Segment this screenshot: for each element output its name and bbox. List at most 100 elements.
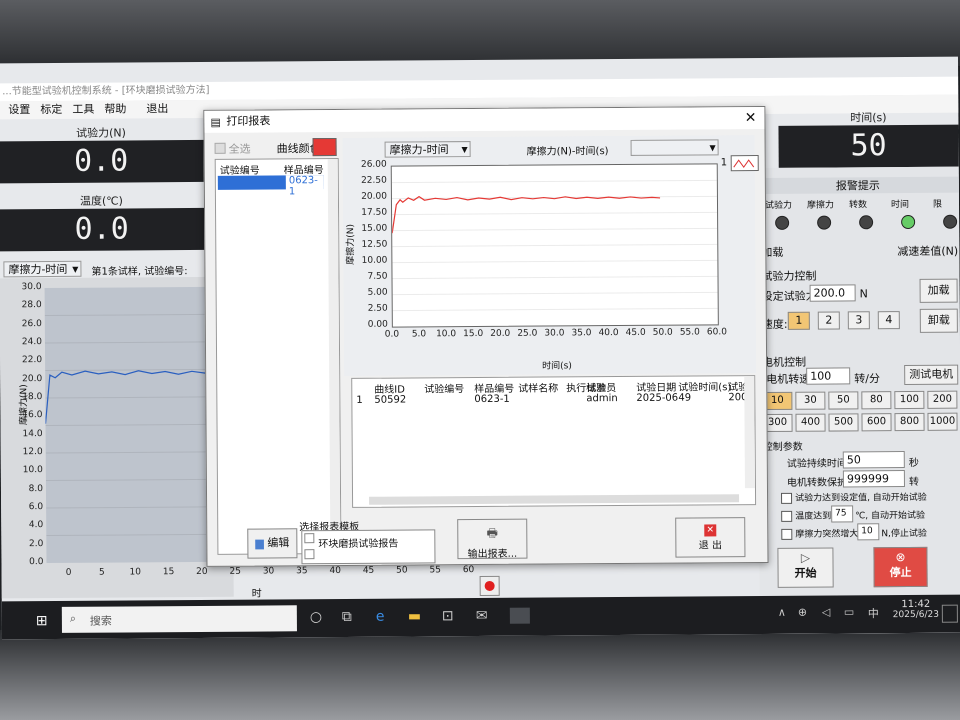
tray-chevron-icon[interactable]: ∧: [778, 606, 786, 619]
grid-line: [45, 368, 226, 372]
table-hscrollbar[interactable]: [369, 494, 740, 505]
left-chart-combo[interactable]: 摩擦力-时间 ▼: [3, 260, 82, 278]
stop-friction-input[interactable]: 10: [857, 523, 880, 541]
grid-line: [45, 423, 226, 427]
alarm-title: 报警提示: [756, 176, 959, 195]
unload-button[interactable]: 卸载: [919, 308, 958, 333]
stop-friction-checkbox[interactable]: [781, 528, 793, 540]
rpm-button[interactable]: 30: [795, 391, 826, 410]
taskbar-search[interactable]: ⌕ 搜索: [61, 605, 297, 633]
ime-indicator[interactable]: 中: [868, 605, 879, 621]
record-button[interactable]: [479, 575, 500, 597]
left-chart-xtick: 55: [429, 565, 441, 576]
start-button[interactable]: ▷ 开始: [777, 547, 834, 588]
edit-button[interactable]: ▆ 编辑: [247, 528, 298, 559]
rpm-button[interactable]: 500: [828, 413, 859, 432]
dialog-chart-xtick: 5.0: [411, 329, 427, 340]
exit-button-label: 退 出: [698, 540, 723, 552]
table-cell: admin: [586, 393, 618, 405]
left-chart-xtick: 45: [362, 565, 375, 576]
menu-item[interactable]: 设置: [8, 101, 30, 119]
dialog-chart-ytick: 22.50: [361, 175, 387, 186]
auto-start-temp-checkbox[interactable]: [781, 510, 793, 522]
rpm-button[interactable]: 600: [861, 413, 892, 432]
keyboard-icon[interactable]: ▭: [844, 605, 854, 618]
left-chart-xtick: 35: [296, 566, 308, 577]
curve-color-swatch[interactable]: [312, 137, 337, 157]
speed-button[interactable]: 1: [787, 311, 810, 330]
taskbar-search-label: 搜索: [89, 614, 112, 628]
test-motor-button[interactable]: 测试电机: [904, 364, 959, 386]
store-icon[interactable]: ⊡: [442, 608, 454, 624]
rpm-button[interactable]: 200: [927, 390, 958, 409]
speed-button[interactable]: 4: [877, 311, 900, 330]
rpm-button[interactable]: 400: [795, 413, 826, 432]
dialog-chart-ytick: 5.00: [367, 287, 388, 298]
stop-friction-label-a: 摩擦力突然增大: [795, 529, 859, 540]
menu-item[interactable]: 标定: [40, 101, 62, 119]
left-chart-xtick: 0: [65, 567, 72, 578]
menu-item[interactable]: 退出: [146, 100, 168, 118]
task-view-icon[interactable]: ⧉: [342, 609, 352, 625]
load-button[interactable]: 加载: [919, 278, 958, 303]
app-taskbar-icon[interactable]: [509, 607, 530, 624]
report-table-body: 1 50592 0623-1 admin 2025-06 49 200: [352, 376, 754, 406]
grid-line: [45, 396, 226, 399]
table-vscrollbar[interactable]: [744, 376, 755, 489]
rpm-button[interactable]: 50: [828, 391, 859, 410]
dialog-chart-combo[interactable]: 摩擦力-时间 ▼: [384, 141, 471, 158]
dialog-chart-ytick: 20.00: [361, 191, 387, 202]
dialog-chart-xlabel: 时间(s): [542, 361, 572, 372]
file-explorer-icon[interactable]: ▬: [408, 608, 421, 624]
windows-start-icon[interactable]: ⊞: [36, 613, 48, 629]
left-chart-ytick: 0.0: [29, 557, 44, 568]
list-item[interactable]: 0623-1: [217, 175, 324, 198]
table-cell: 50592: [374, 394, 407, 406]
rpm-button[interactable]: 80: [861, 391, 892, 410]
volume-icon[interactable]: ◁: [822, 606, 831, 619]
notification-icon[interactable]: [941, 604, 958, 623]
auto-start-temp-label-a: 温度达到: [795, 511, 832, 522]
set-force-input[interactable]: 200.0: [809, 284, 856, 302]
cortana-icon[interactable]: ○: [310, 609, 322, 625]
grid-line: [392, 275, 718, 280]
scroll-up-icon[interactable]: [304, 533, 315, 544]
motor-speed-input[interactable]: 100: [806, 367, 851, 385]
menu-item[interactable]: 工具: [72, 101, 94, 119]
alarm-led-label: 转数: [848, 200, 868, 211]
right-control-panel: 报警提示 试验力 摩擦力 转数 时间限 加载 减速差值(N) 试验力控制 设定试验力:…: [756, 166, 960, 640]
rpm-button[interactable]: 100: [894, 390, 925, 410]
auto-start-temp-input[interactable]: 75: [831, 505, 854, 523]
list-scrollbar[interactable]: [327, 158, 341, 552]
scroll-down-icon[interactable]: [304, 549, 315, 560]
list-item-sample-no: 0623-1: [285, 175, 324, 198]
chevron-down-icon: ▼: [461, 145, 468, 155]
edge-icon[interactable]: e: [376, 609, 385, 625]
select-all-label: 全选: [228, 142, 251, 156]
alarm-leds: 试验力 摩擦力 转数 时间 限: [757, 167, 959, 230]
mail-icon[interactable]: ✉: [476, 608, 488, 624]
hold-time-input[interactable]: 50: [842, 451, 905, 469]
alarm-led-label: 试验力: [764, 200, 793, 212]
table-row[interactable]: 1 50592 0623-1 admin 2025-06 49 200: [352, 376, 747, 409]
speed-button[interactable]: 3: [847, 311, 870, 330]
grid-line: [392, 211, 718, 216]
auto-start-force-checkbox[interactable]: [781, 492, 793, 504]
dialog-chart-xtick: 35.0: [571, 328, 592, 339]
template-list[interactable]: 环块磨损试验报告: [301, 529, 436, 565]
rev-protect-input[interactable]: 999999: [842, 470, 905, 488]
rpm-button[interactable]: 800: [894, 412, 925, 432]
exit-button[interactable]: ✕ 退 出: [675, 517, 746, 558]
stop-button[interactable]: ⊗ 停止: [873, 546, 928, 588]
export-report-button[interactable]: 🖶 输出报表...: [457, 518, 528, 560]
dialog-chart-combo-2[interactable]: ▼: [630, 139, 719, 156]
template-item[interactable]: 环块磨损试验报告: [318, 535, 398, 551]
menu-item[interactable]: 帮助: [104, 100, 126, 118]
select-all-checkbox[interactable]: [214, 142, 226, 154]
clock[interactable]: 11:42 2025/6/23: [892, 599, 940, 620]
network-icon[interactable]: ⊕: [798, 606, 807, 619]
rpm-button[interactable]: 1000: [927, 412, 958, 431]
speed-button[interactable]: 2: [817, 311, 840, 330]
close-icon[interactable]: ✕: [745, 107, 757, 129]
force-label: 试验力(N): [76, 126, 126, 140]
